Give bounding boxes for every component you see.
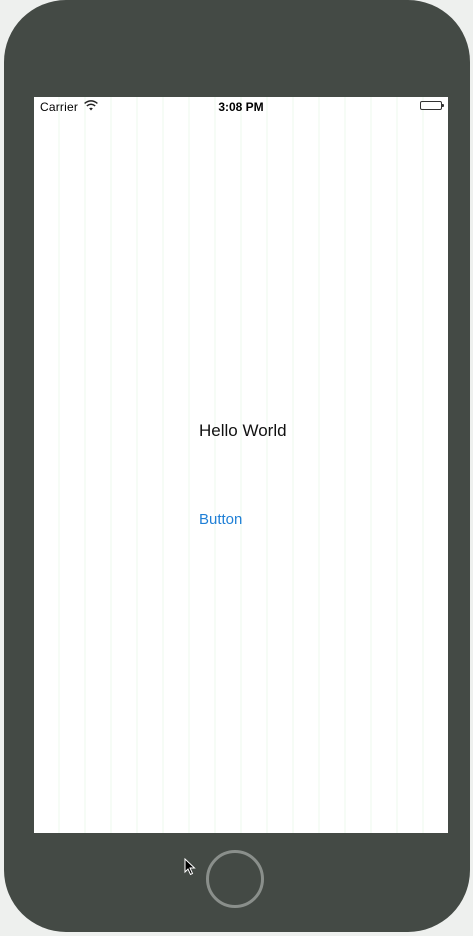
status-bar: Carrier 3:08 PM	[34, 97, 448, 117]
battery-icon	[420, 101, 444, 110]
device-frame: Carrier 3:08 PM Hello World Button	[4, 0, 470, 932]
mouse-pointer-icon	[184, 858, 196, 876]
app-screen: Carrier 3:08 PM Hello World Button	[34, 97, 448, 833]
status-time: 3:08 PM	[218, 100, 264, 114]
layout-guides	[34, 97, 448, 833]
home-button[interactable]	[206, 850, 264, 908]
hello-label: Hello World	[199, 421, 287, 440]
action-button[interactable]: Button	[199, 511, 242, 528]
